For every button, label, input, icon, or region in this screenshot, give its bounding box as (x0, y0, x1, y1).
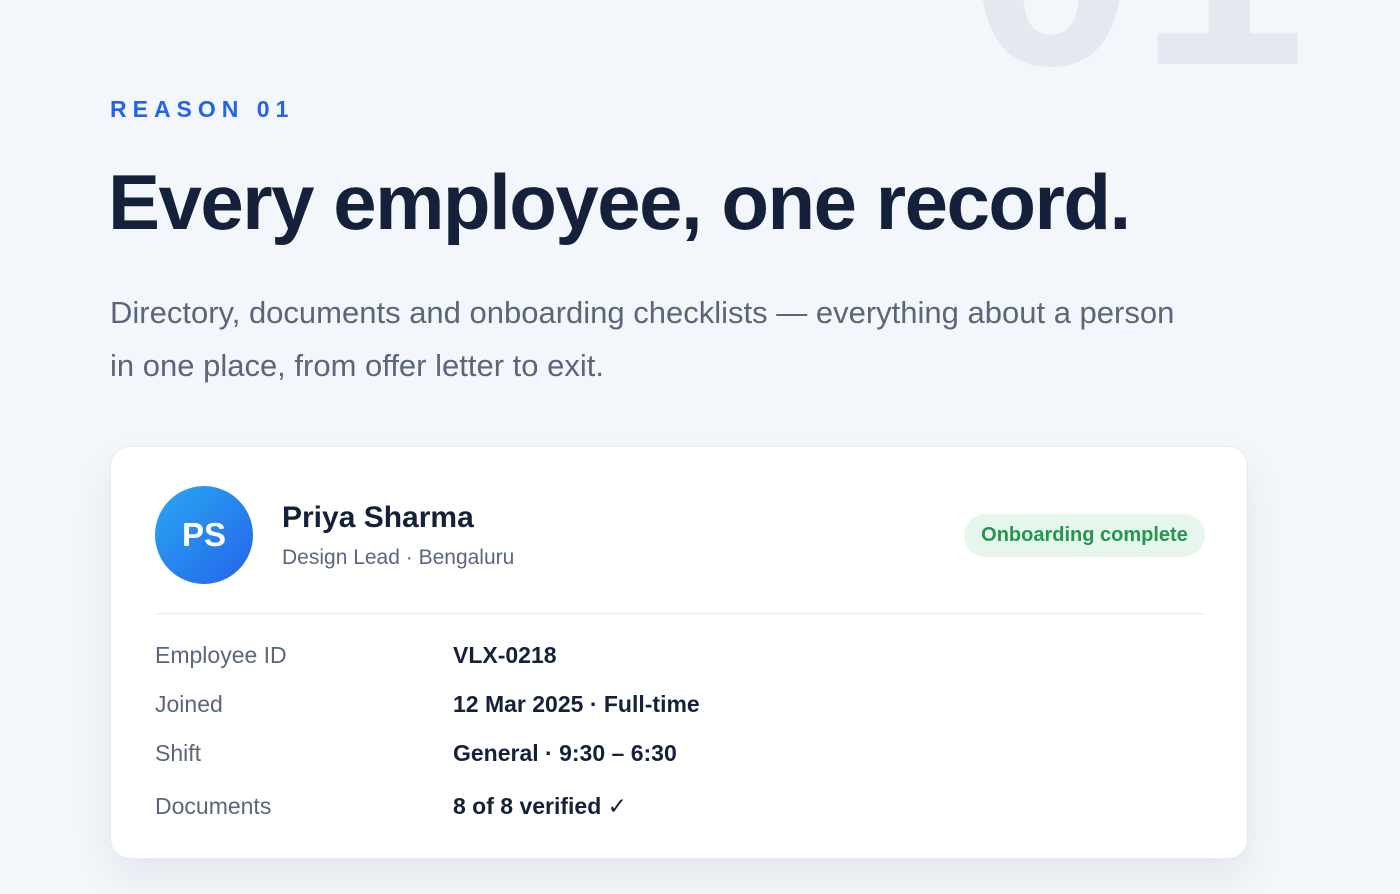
joined-label: Joined (155, 691, 223, 717)
shift-value: General · 9:30 – 6:30 (453, 740, 677, 766)
employee-id-value: VLX-0218 (453, 642, 557, 668)
employee-id-label: Employee ID (155, 642, 287, 668)
section-eyebrow: REASON 01 (110, 96, 295, 122)
joined-value: 12 Mar 2025 · Full-time (453, 691, 700, 717)
onboarding-status-badge: Onboarding complete (964, 514, 1205, 557)
employee-role-location: Design Lead · Bengaluru (282, 546, 515, 569)
section-description: Directory, documents and onboarding chec… (110, 295, 1175, 383)
background-section-number: 01 (968, 0, 1310, 110)
employee-record-card: PS Priya Sharma Design Lead · Bengaluru … (110, 446, 1248, 859)
employee-name: Priya Sharma (282, 501, 474, 534)
card-divider (155, 613, 1205, 614)
employee-avatar: PS (155, 486, 253, 584)
shift-label: Shift (155, 740, 202, 766)
section-headline: Every employee, one record. (108, 158, 1131, 246)
documents-value: 8 of 8 verified ✓ (453, 793, 627, 819)
documents-label: Documents (155, 793, 272, 819)
